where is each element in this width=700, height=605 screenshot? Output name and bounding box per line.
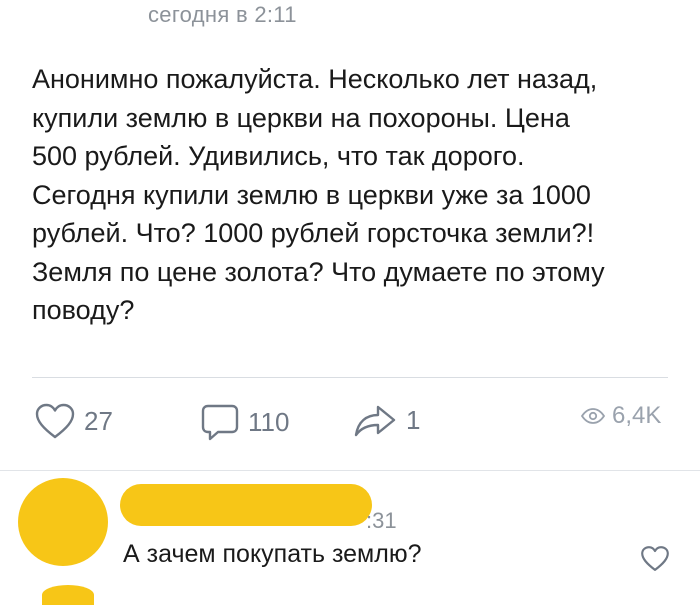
- share-count: 1: [406, 404, 421, 435]
- author-avatar-partial[interactable]: bJ: [64, 0, 104, 14]
- next-commenter-avatar[interactable]: [42, 585, 94, 605]
- like-button[interactable]: 27: [34, 402, 113, 440]
- post-actions-bar: 27 110 1 6,4K: [0, 402, 700, 452]
- commenter-avatar[interactable]: [18, 478, 108, 566]
- heart-icon: [34, 402, 76, 440]
- post-body-text: Анонимно пожалуйста. Несколько лет назад…: [32, 64, 605, 325]
- comment-bubble-icon: [200, 402, 240, 442]
- share-arrow-icon: [352, 402, 398, 438]
- heart-icon: [640, 546, 670, 576]
- svg-text:bJ: bJ: [82, 0, 101, 4]
- commenter-name-redacted[interactable]: [120, 484, 372, 526]
- comment-timestamp: :31: [366, 508, 397, 533]
- eye-icon: [580, 407, 606, 425]
- post-timestamp: сегодня в 2:11: [148, 2, 297, 27]
- comment-count: 110: [248, 406, 290, 437]
- comment-button[interactable]: 110: [200, 402, 289, 442]
- comment-like-button[interactable]: [640, 545, 670, 577]
- like-count: 27: [84, 405, 113, 436]
- share-button[interactable]: 1: [352, 402, 420, 438]
- comment-text: А зачем покупать землю?: [123, 540, 422, 568]
- views-counter: 6,4K: [580, 402, 661, 430]
- views-count: 6,4K: [612, 402, 662, 429]
- divider: [0, 470, 700, 471]
- divider: [32, 377, 668, 378]
